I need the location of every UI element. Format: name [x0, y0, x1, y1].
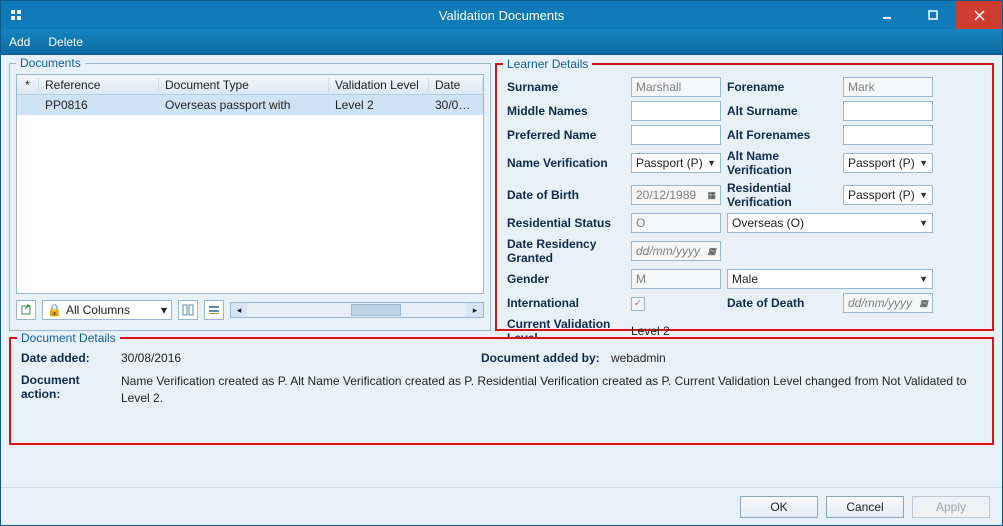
- view-mode-2-button[interactable]: [204, 300, 224, 320]
- gender-code-field[interactable]: M: [631, 269, 721, 289]
- label-name-verification: Name Verification: [507, 156, 625, 170]
- international-checkbox-cell: ✓: [631, 295, 721, 311]
- columns-filter-label: All Columns: [66, 303, 157, 317]
- cell-date: 30/08/2016: [429, 98, 483, 112]
- label-residency-granted: Date Residency Granted: [507, 237, 625, 265]
- documents-legend: Documents: [16, 56, 85, 70]
- content-area: Documents * Reference Document Type Vali…: [1, 55, 1002, 487]
- residential-verification-dropdown[interactable]: Passport (P)▼: [843, 185, 933, 205]
- chevron-down-icon: ▼: [919, 190, 928, 200]
- export-icon: [20, 304, 32, 316]
- date-of-death-field[interactable]: dd/mm/yyyy▦: [843, 293, 933, 313]
- horizontal-scrollbar[interactable]: ◂ ▸: [230, 302, 484, 318]
- learner-details-group: Learner Details Surname Marshall Forenam…: [495, 63, 994, 331]
- chevron-down-icon: ▾: [161, 303, 167, 317]
- label-residential-verification: Residential Verification: [727, 181, 837, 209]
- documents-table[interactable]: * Reference Document Type Validation Lev…: [16, 74, 484, 294]
- menu-add[interactable]: Add: [9, 35, 30, 49]
- scroll-left-arrow[interactable]: ◂: [231, 303, 247, 317]
- value-added-by: webadmin: [611, 351, 982, 365]
- dialog-footer: OK Cancel Apply: [1, 487, 1002, 525]
- scroll-right-arrow[interactable]: ▸: [467, 303, 483, 317]
- minimize-button[interactable]: [864, 1, 910, 29]
- col-validation-level[interactable]: Validation Level: [329, 78, 429, 92]
- chevron-down-icon: ▼: [919, 218, 928, 228]
- label-middle-names: Middle Names: [507, 104, 625, 118]
- list-icon: [208, 304, 220, 316]
- current-validation-level-value: Level 2: [631, 324, 933, 338]
- validation-documents-window: Validation Documents Add Delete Document…: [0, 0, 1003, 526]
- value-date-added: 30/08/2016: [121, 351, 481, 365]
- gender-dropdown[interactable]: Male▼: [727, 269, 933, 289]
- label-document-action: Document action:: [21, 373, 121, 407]
- col-date[interactable]: Date: [429, 78, 483, 92]
- menu-bar: Add Delete: [1, 29, 1002, 55]
- chevron-down-icon: ▼: [707, 158, 716, 168]
- cell-document-type: Overseas passport with: [159, 98, 329, 112]
- col-reference[interactable]: Reference: [39, 78, 159, 92]
- apply-button[interactable]: Apply: [912, 496, 990, 518]
- window-buttons: [864, 1, 1002, 29]
- label-added-by: Document added by:: [481, 351, 611, 365]
- preferred-name-field[interactable]: [631, 125, 721, 145]
- cell-validation-level: Level 2: [329, 98, 429, 112]
- title-bar: Validation Documents: [1, 1, 1002, 29]
- maximize-button[interactable]: [910, 1, 956, 29]
- ok-button[interactable]: OK: [740, 496, 818, 518]
- residency-granted-field[interactable]: dd/mm/yyyy▦: [631, 241, 721, 261]
- document-details-group: Document Details Date added: 30/08/2016 …: [9, 337, 994, 445]
- cell-reference: PP0816: [39, 98, 159, 112]
- close-button[interactable]: [956, 1, 1002, 29]
- alt-forenames-field[interactable]: [843, 125, 933, 145]
- columns-filter-dropdown[interactable]: 🔒 All Columns ▾: [42, 300, 172, 320]
- label-residential-status: Residential Status: [507, 216, 625, 230]
- calendar-icon: ▦: [919, 298, 928, 309]
- surname-field[interactable]: Marshall: [631, 77, 721, 97]
- table-row[interactable]: PP0816 Overseas passport with Level 2 30…: [17, 95, 483, 115]
- label-surname: Surname: [507, 80, 625, 94]
- grid-icon: [182, 304, 194, 316]
- col-selector[interactable]: *: [17, 78, 39, 92]
- documents-toolbar: 🔒 All Columns ▾ ◂ ▸: [16, 300, 484, 320]
- menu-delete[interactable]: Delete: [48, 35, 83, 49]
- lock-icon: 🔒: [47, 303, 62, 317]
- residential-status-dropdown[interactable]: Overseas (O)▼: [727, 213, 933, 233]
- dob-field[interactable]: 20/12/1989▦: [631, 185, 721, 205]
- system-menu-icon[interactable]: [7, 6, 25, 24]
- name-verification-dropdown[interactable]: Passport (P)▼: [631, 153, 721, 173]
- documents-header-row: * Reference Document Type Validation Lev…: [17, 75, 483, 95]
- label-preferred-name: Preferred Name: [507, 128, 625, 142]
- col-document-type[interactable]: Document Type: [159, 78, 329, 92]
- cancel-button[interactable]: Cancel: [826, 496, 904, 518]
- document-details-legend: Document Details: [17, 331, 120, 345]
- chevron-down-icon: ▼: [919, 274, 928, 284]
- label-alt-surname: Alt Surname: [727, 104, 837, 118]
- international-checkbox[interactable]: ✓: [631, 297, 645, 311]
- label-gender: Gender: [507, 272, 625, 286]
- label-date-of-death: Date of Death: [727, 296, 837, 310]
- alt-surname-field[interactable]: [843, 101, 933, 121]
- residential-status-code-field[interactable]: O: [631, 213, 721, 233]
- learner-legend: Learner Details: [503, 57, 592, 71]
- label-date-added: Date added:: [21, 351, 121, 365]
- value-document-action: Name Verification created as P. Alt Name…: [121, 373, 982, 407]
- calendar-icon: ▦: [707, 190, 716, 201]
- chevron-down-icon: ▼: [919, 158, 928, 168]
- alt-name-verification-dropdown[interactable]: Passport (P)▼: [843, 153, 933, 173]
- view-mode-1-button[interactable]: [178, 300, 198, 320]
- label-forename: Forename: [727, 80, 837, 94]
- label-alt-forenames: Alt Forenames: [727, 128, 837, 142]
- export-button[interactable]: [16, 300, 36, 320]
- label-dob: Date of Birth: [507, 188, 625, 202]
- calendar-icon: ▦: [707, 246, 716, 257]
- label-international: International: [507, 296, 625, 310]
- scroll-thumb[interactable]: [351, 304, 401, 316]
- middle-names-field[interactable]: [631, 101, 721, 121]
- window-title: Validation Documents: [1, 8, 1002, 23]
- documents-group: Documents * Reference Document Type Vali…: [9, 63, 491, 331]
- label-alt-name-verification: Alt Name Verification: [727, 149, 837, 177]
- forename-field[interactable]: Mark: [843, 77, 933, 97]
